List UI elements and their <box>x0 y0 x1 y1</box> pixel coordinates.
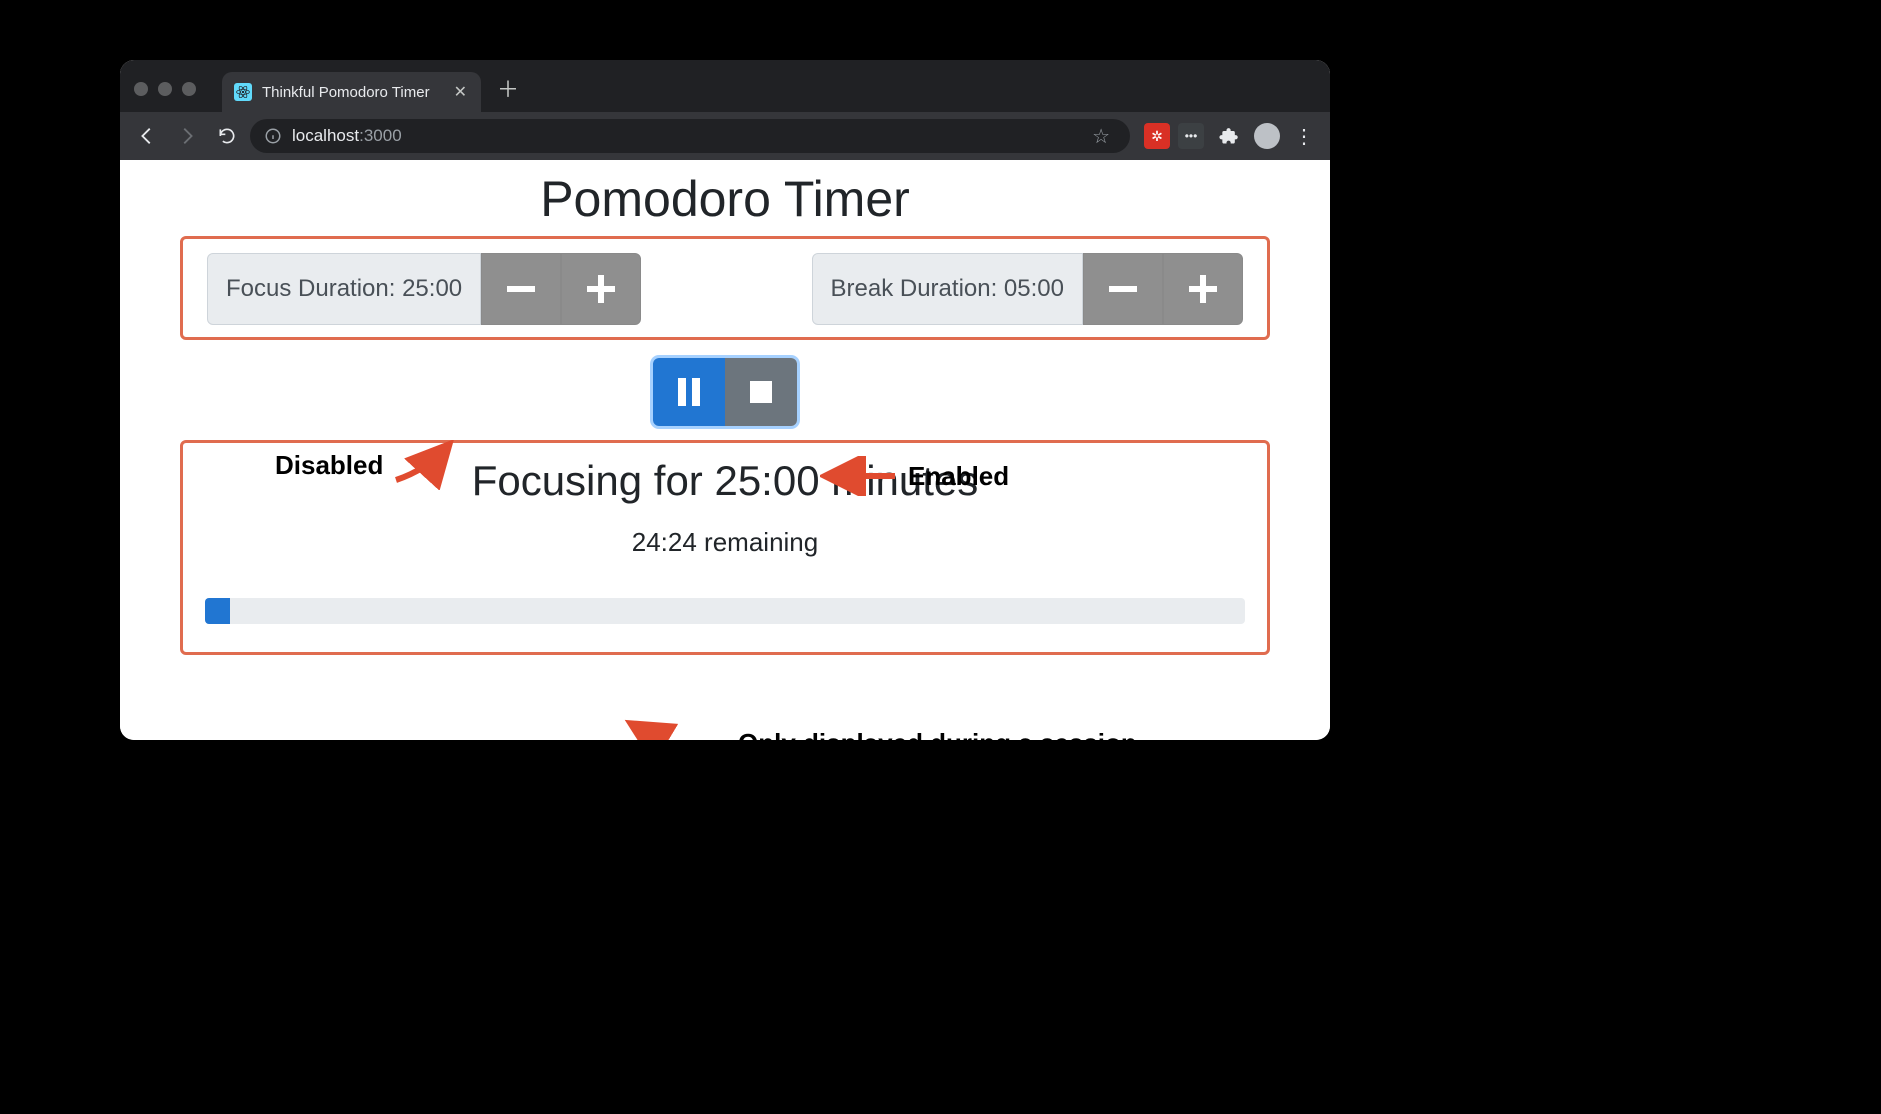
extensions-puzzle-icon[interactable] <box>1212 119 1246 153</box>
browser-menu-icon[interactable]: ⋮ <box>1288 124 1320 149</box>
reload-button[interactable] <box>210 119 244 153</box>
url-host: localhost:3000 <box>292 126 402 146</box>
site-info-icon[interactable] <box>264 127 282 145</box>
back-button[interactable] <box>130 119 164 153</box>
window-close-icon[interactable] <box>134 82 148 96</box>
extension-more-icon[interactable]: ••• <box>1178 123 1204 149</box>
tab-title: Thinkful Pomodoro Timer <box>262 84 430 101</box>
arrow-icon <box>391 440 461 490</box>
tab-strip: Thinkful Pomodoro Timer ✕ ＋ <box>120 60 1330 112</box>
tab-close-icon[interactable]: ✕ <box>454 82 467 102</box>
window-traffic-lights[interactable] <box>134 82 222 112</box>
annotation-session-label: Only displayed during a session <box>738 728 1137 741</box>
browser-tab[interactable]: Thinkful Pomodoro Timer ✕ <box>222 72 481 112</box>
session-remaining: 24:24 remaining <box>205 527 1245 558</box>
progress-bar-fill <box>205 598 230 624</box>
pause-icon <box>678 378 700 406</box>
profile-avatar[interactable] <box>1254 123 1280 149</box>
progress-bar-track <box>205 598 1245 624</box>
pause-button[interactable] <box>653 358 725 426</box>
break-decrease-button[interactable] <box>1083 253 1163 325</box>
playback-controls <box>120 358 1330 426</box>
break-duration-group: Break Duration: 05:00 <box>812 253 1243 325</box>
annotation-enabled: Enabled <box>820 456 1009 496</box>
plus-icon <box>587 275 615 303</box>
stop-icon <box>750 381 772 403</box>
page-content: Pomodoro Timer Focus Duration: 25:00 Bre… <box>120 160 1330 740</box>
forward-button[interactable] <box>170 119 204 153</box>
address-bar[interactable]: localhost:3000 ☆ <box>250 119 1130 153</box>
browser-toolbar: localhost:3000 ☆ ✲ ••• ⋮ <box>120 112 1330 160</box>
focus-duration-group: Focus Duration: 25:00 <box>207 253 641 325</box>
react-favicon-icon <box>234 83 252 101</box>
new-tab-button[interactable]: ＋ <box>481 72 519 112</box>
arrow-icon <box>620 718 730 740</box>
bookmark-star-icon[interactable]: ☆ <box>1092 124 1116 149</box>
minus-icon <box>507 286 535 292</box>
focus-duration-label: Focus Duration: 25:00 <box>207 253 481 325</box>
annotation-disabled: Disabled <box>275 440 461 490</box>
focus-decrease-button[interactable] <box>481 253 561 325</box>
plus-icon <box>1189 275 1217 303</box>
toolbar-right: ✲ ••• ⋮ <box>1136 119 1320 153</box>
annotation-session-only: Only displayed during a session <box>620 718 1137 740</box>
window-minimize-icon[interactable] <box>158 82 172 96</box>
break-duration-label: Break Duration: 05:00 <box>812 253 1083 325</box>
arrow-icon <box>820 456 900 496</box>
browser-window: Thinkful Pomodoro Timer ✕ ＋ localhost:30… <box>120 60 1330 740</box>
annotation-enabled-label: Enabled <box>908 461 1009 492</box>
stop-button[interactable] <box>725 358 797 426</box>
extension-redux-icon[interactable]: ✲ <box>1144 123 1170 149</box>
annotation-disabled-label: Disabled <box>275 450 383 481</box>
break-increase-button[interactable] <box>1163 253 1243 325</box>
play-stop-group <box>653 358 797 426</box>
page-title: Pomodoro Timer <box>120 170 1330 228</box>
minus-icon <box>1109 286 1137 292</box>
window-zoom-icon[interactable] <box>182 82 196 96</box>
focus-increase-button[interactable] <box>561 253 641 325</box>
duration-controls-panel: Focus Duration: 25:00 Break Duration: 05… <box>180 236 1270 340</box>
